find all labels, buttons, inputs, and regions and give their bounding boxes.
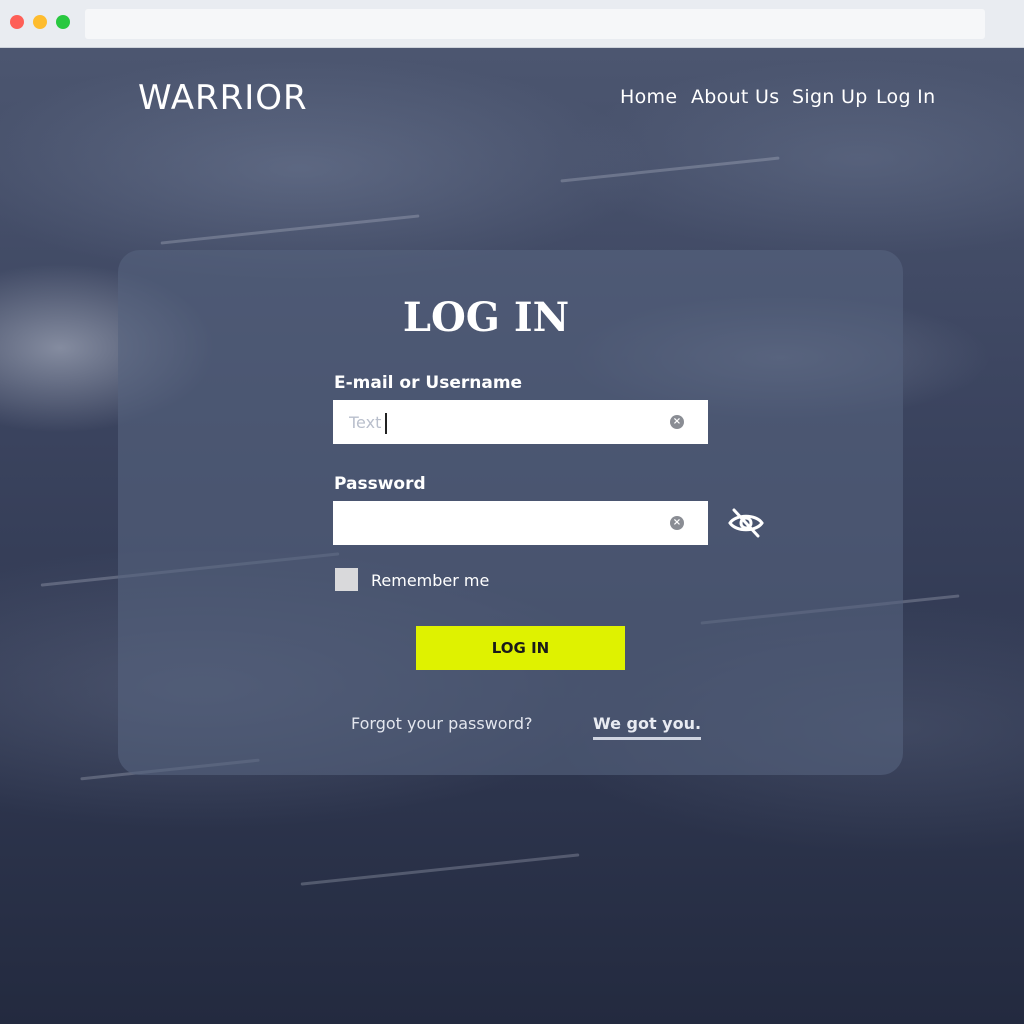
remember-me-checkbox[interactable] (335, 568, 358, 591)
nav-home[interactable]: Home (620, 86, 677, 108)
logo-text: WARRIOR (138, 78, 308, 118)
password-label: Password (334, 474, 426, 494)
email-label: E-mail or Username (334, 373, 523, 393)
clear-icon[interactable]: × (670, 415, 684, 429)
clear-icon[interactable]: × (670, 516, 684, 530)
password-input[interactable] (333, 501, 708, 545)
login-button[interactable]: LOG IN (416, 626, 625, 670)
warrior-logo[interactable]: WARRIOR (138, 78, 308, 118)
eye-off-icon[interactable] (727, 506, 765, 540)
maximize-window-button[interactable] (56, 15, 70, 29)
nav-about-us[interactable]: About Us (691, 86, 779, 108)
nav-sign-up[interactable]: Sign Up (792, 86, 868, 108)
close-window-button[interactable] (10, 15, 24, 29)
page-title: LOG IN (402, 294, 570, 341)
forgot-password-link[interactable]: We got you. (593, 714, 702, 740)
nav-log-in[interactable]: Log In (876, 86, 935, 108)
email-input[interactable] (333, 400, 708, 444)
address-bar[interactable] (85, 9, 985, 39)
forgot-password-text: Forgot your password? (351, 714, 533, 733)
browser-chrome (0, 0, 1024, 48)
minimize-window-button[interactable] (33, 15, 47, 29)
text-cursor (385, 413, 387, 434)
remember-me-label: Remember me (371, 571, 490, 590)
